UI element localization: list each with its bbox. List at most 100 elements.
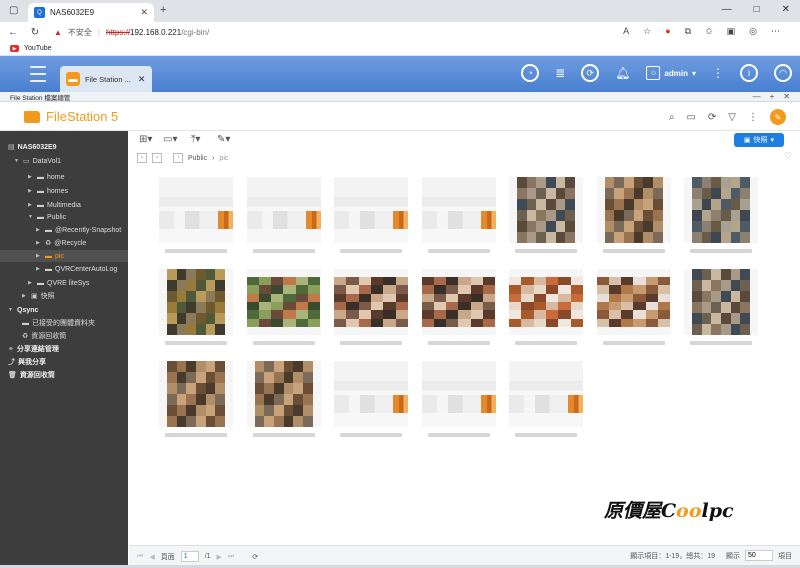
browser-tab[interactable]: Q NAS6032E9 ✕ xyxy=(28,3,154,22)
file-tile[interactable] xyxy=(509,361,583,447)
file-tile[interactable] xyxy=(246,269,321,355)
file-tile[interactable] xyxy=(421,177,496,263)
file-name xyxy=(165,249,227,253)
notification-bell-icon[interactable]: 🔔︎ xyxy=(615,66,630,80)
close-window-icon[interactable]: ✕ xyxy=(782,4,790,15)
forward-icon[interactable]: › xyxy=(152,153,162,163)
bookmark-youtube[interactable]: YouTube xyxy=(24,45,52,52)
sidebar-item-qvrelitesys[interactable]: ▶ ▬ QVRE liteSys xyxy=(28,277,89,289)
file-tile[interactable] xyxy=(596,177,671,263)
tools-icon[interactable]: ✎▾ xyxy=(217,134,230,145)
back-icon[interactable]: ← xyxy=(4,27,22,38)
file-tile[interactable] xyxy=(246,361,321,447)
new-tab-button[interactable]: + xyxy=(160,4,166,16)
storage-icon[interactable]: ▭ xyxy=(686,112,695,123)
smart-file-icon[interactable]: ✎ xyxy=(770,109,786,125)
sidebar-item-pic[interactable]: ▶ ▬ pic xyxy=(0,250,128,262)
window-minimize-icon[interactable]: — xyxy=(753,92,761,101)
more-vertical-icon[interactable]: ⋮ xyxy=(748,112,758,123)
profile-icon[interactable]: ◎ xyxy=(749,26,757,37)
sidebar-item-datavol[interactable]: ▼ ▭ DataVol1 xyxy=(14,155,61,167)
file-tile[interactable] xyxy=(684,269,758,355)
sidebar-item-recycle[interactable]: ▶ ♻ @Recycle xyxy=(36,237,86,249)
close-tab-icon[interactable]: ✕ xyxy=(140,7,148,18)
create-folder-icon[interactable]: ▭▾ xyxy=(163,134,177,145)
main-menu-icon[interactable] xyxy=(30,66,46,82)
thumbnail-pixels xyxy=(421,277,496,327)
up-folder-icon[interactable]: ↑ xyxy=(173,153,183,163)
favorite-star-icon[interactable]: ☆ xyxy=(643,26,651,37)
tab-actions-icon[interactable]: ▢ xyxy=(9,5,18,16)
more-icon[interactable]: ⋯ xyxy=(771,26,780,37)
file-tile[interactable] xyxy=(159,361,233,447)
file-thumbnail xyxy=(334,269,408,335)
file-tile[interactable] xyxy=(421,269,496,355)
file-tile[interactable] xyxy=(509,269,583,355)
window-maximize-icon[interactable]: + xyxy=(770,92,775,101)
refresh-icon[interactable]: ↻ xyxy=(26,27,44,38)
sidebar-item-qsync-recycle[interactable]: ♻ 資源回收筒 xyxy=(22,330,66,342)
refresh-icon[interactable]: ⟳ xyxy=(708,112,716,123)
file-tile[interactable] xyxy=(334,361,408,447)
read-aloud-icon[interactable]: A xyxy=(623,26,629,37)
filter-icon[interactable]: ▽ xyxy=(728,112,736,123)
extension-opera-icon[interactable]: ● xyxy=(665,26,670,37)
sidebar-item-snapshot[interactable]: ▶ ▣ 快照 xyxy=(22,290,55,302)
search-icon[interactable]: ⌕ xyxy=(669,112,675,123)
sidebar-item-homes[interactable]: ▶ ▬ homes xyxy=(28,185,68,197)
close-app-tab-icon[interactable]: ✕ xyxy=(138,74,146,85)
background-tasks-icon[interactable]: ≣ xyxy=(555,66,565,80)
favorites-icon[interactable]: ✩ xyxy=(705,26,713,37)
last-page-icon[interactable]: ⏭ xyxy=(228,553,234,561)
sync-icon[interactable]: ⟳ xyxy=(581,64,600,82)
dashboard-icon[interactable]: ◠ xyxy=(774,64,792,82)
maximize-icon[interactable]: □ xyxy=(754,4,760,15)
file-tile[interactable] xyxy=(596,269,671,355)
items-label: 項目 xyxy=(778,552,792,560)
user-menu[interactable]: ☺ admin ▾ xyxy=(646,66,696,80)
folder-icon: ▬ xyxy=(45,265,52,273)
file-tile[interactable] xyxy=(159,269,233,355)
view-mode-icon[interactable]: ⊞▾ xyxy=(139,134,152,145)
refresh-icon[interactable]: ⟳ xyxy=(252,553,258,561)
file-tile[interactable] xyxy=(334,269,408,355)
sidebar-item-qvrcenter[interactable]: ▶ ▬ QVRCenterAutoLog xyxy=(36,263,117,275)
prev-page-icon[interactable]: ◀ xyxy=(149,553,154,561)
extensions-icon[interactable]: ⧉ xyxy=(685,26,691,37)
collections-icon[interactable]: ▣ xyxy=(727,26,736,37)
sidebar-item-nas[interactable]: ▤ NAS6032E9 xyxy=(8,141,57,153)
file-tile[interactable] xyxy=(684,177,758,263)
sidebar-item-team-folder[interactable]: ▬ 已接受的團體資料夾 xyxy=(22,317,95,329)
minimize-icon[interactable]: — xyxy=(722,4,732,15)
sidebar-item-shared-with-me[interactable]: ⤴ 與我分享 xyxy=(8,356,46,368)
sidebar-item-public[interactable]: ▼ ▬ Public xyxy=(28,211,66,223)
snapshot-button[interactable]: ▣ 快照 ▾ xyxy=(734,133,784,147)
file-tile[interactable] xyxy=(421,361,496,447)
sidebar-item-home[interactable]: ▶ ▬ home xyxy=(28,171,65,183)
url-field[interactable]: ▲ 不安全 | https://192.168.0.221/cgi-bin/ xyxy=(54,27,209,38)
app-tab-filestation[interactable]: ▬ File Station ... ✕ xyxy=(60,66,152,92)
window-close-icon[interactable]: ✕ xyxy=(783,92,790,101)
favorite-heart-icon[interactable]: ♡ xyxy=(784,151,792,162)
back-icon[interactable]: ‹ xyxy=(137,153,147,163)
sidebar-item-multimedia[interactable]: ▶ ▬ Multimedia xyxy=(28,199,81,211)
info-icon[interactable]: i xyxy=(740,64,758,82)
sidebar-item-recently-snapshot[interactable]: ▶ ▬ @Recently-Snapshot xyxy=(36,224,121,236)
first-page-icon[interactable]: ⏮ xyxy=(137,553,143,561)
search-icon[interactable]: ◔ xyxy=(521,64,540,82)
page-input[interactable] xyxy=(180,551,199,562)
file-tile[interactable] xyxy=(509,177,583,263)
thumbnail-pixels xyxy=(246,277,321,327)
file-tile[interactable] xyxy=(159,177,233,263)
per-page-select[interactable] xyxy=(745,550,773,561)
upload-icon[interactable]: ⤒▾ xyxy=(191,134,200,145)
sidebar-item-qsync[interactable]: ▼ Qsync xyxy=(8,304,38,316)
file-tile[interactable] xyxy=(334,177,408,263)
next-page-icon[interactable]: ▶ xyxy=(217,553,222,561)
file-name xyxy=(515,433,577,437)
sidebar-item-recycle-bin[interactable]: 🗑︎ 資源回收筒 xyxy=(8,369,55,381)
sidebar-item-share-links[interactable]: ⚭ 分享連結管理 xyxy=(8,343,59,355)
more-vertical-icon[interactable]: ⋮ xyxy=(712,66,724,80)
file-tile[interactable] xyxy=(246,177,321,263)
breadcrumb-root[interactable]: Public xyxy=(188,155,207,162)
